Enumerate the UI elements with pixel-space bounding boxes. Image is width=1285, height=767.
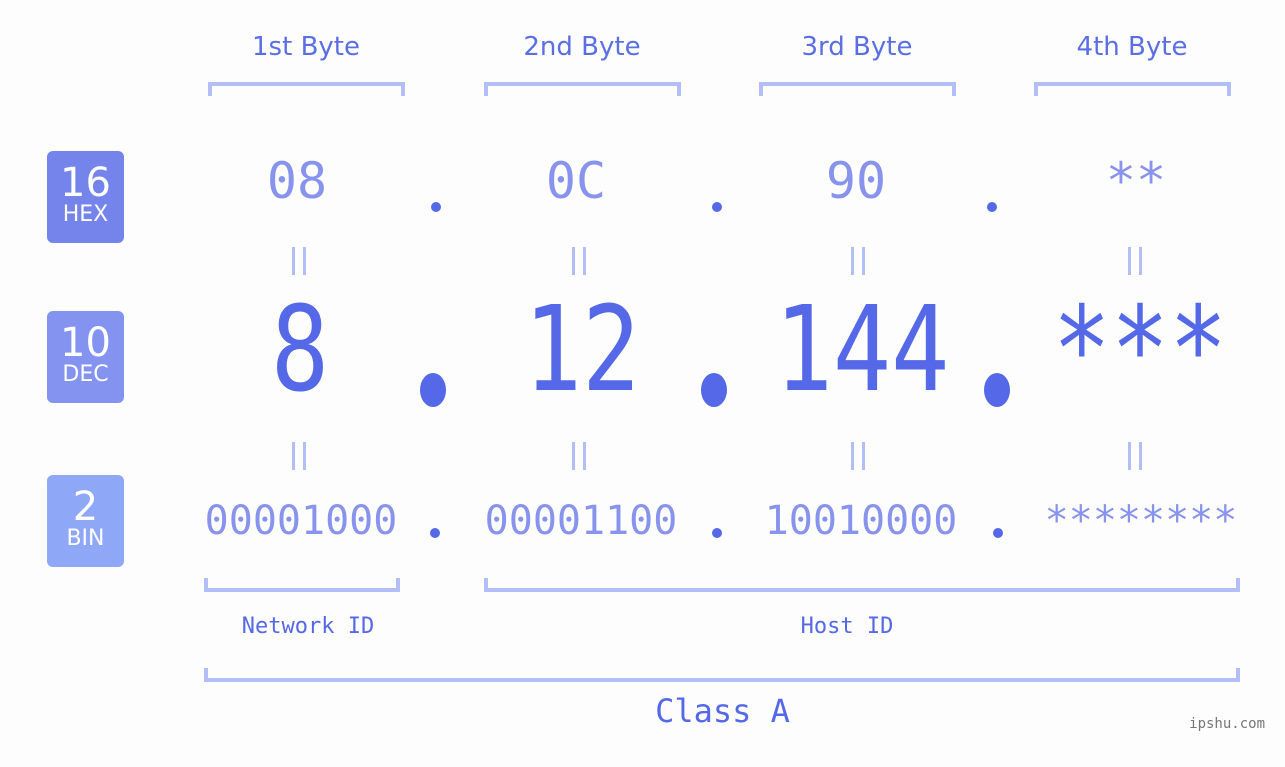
bin-byte-2: 00001100 [484,498,678,544]
dec-separator-dot [701,373,727,407]
host-id-label: Host ID [800,614,894,639]
network-id-label: Network ID [241,614,375,639]
byte-bracket-2 [484,82,681,96]
equals-icon [851,247,865,275]
dec-badge-number: 10 [60,320,111,366]
dec-byte-1: 8 [270,280,330,418]
equals-icon [572,442,586,470]
bin-byte-4: ******** [1044,498,1238,544]
hex-separator-dot [987,202,997,212]
class-label: Class A [655,692,790,730]
equals-icon [1128,247,1142,275]
byte-header-3: 3rd Byte [801,32,913,62]
host-id-bracket [484,578,1240,592]
bin-separator-dot [712,528,722,538]
hex-byte-3: 90 [825,152,887,210]
byte-bracket-1 [208,82,405,96]
bin-byte-3: 10010000 [764,498,958,544]
hex-byte-4: ** [1105,152,1167,210]
byte-header-1: 1st Byte [252,32,360,62]
bin-separator-dot [430,528,440,538]
byte-bracket-3 [759,82,956,96]
equals-icon [572,247,586,275]
bin-badge-label: BIN [66,526,105,551]
equals-icon [851,442,865,470]
dec-byte-2: 12 [523,280,641,418]
equals-icon [1128,442,1142,470]
byte-header-2: 2nd Byte [523,32,641,62]
hex-byte-2: 0C [545,152,607,210]
dec-separator-dot [984,373,1010,407]
dec-badge: 10 DEC [47,311,124,403]
bin-separator-dot [993,528,1003,538]
equals-icon [292,442,306,470]
byte-bracket-4 [1034,82,1231,96]
bin-badge: 2 BIN [47,475,124,567]
watermark: ipshu.com [1189,716,1265,732]
dec-byte-4: *** [1052,280,1228,418]
bin-byte-1: 00001000 [204,498,398,544]
hex-byte-1: 08 [266,152,328,210]
network-id-bracket [204,578,400,592]
byte-header-4: 4th Byte [1076,32,1188,62]
bin-badge-number: 2 [72,484,99,530]
hex-badge-number: 16 [60,160,111,206]
hex-badge: 16 HEX [47,151,124,243]
hex-separator-dot [712,202,722,212]
hex-separator-dot [431,202,441,212]
dec-badge-label: DEC [62,362,109,387]
dec-byte-3: 144 [774,280,950,418]
dec-separator-dot [420,373,446,407]
hex-badge-label: HEX [62,202,109,227]
equals-icon [292,247,306,275]
class-bracket [204,668,1240,682]
